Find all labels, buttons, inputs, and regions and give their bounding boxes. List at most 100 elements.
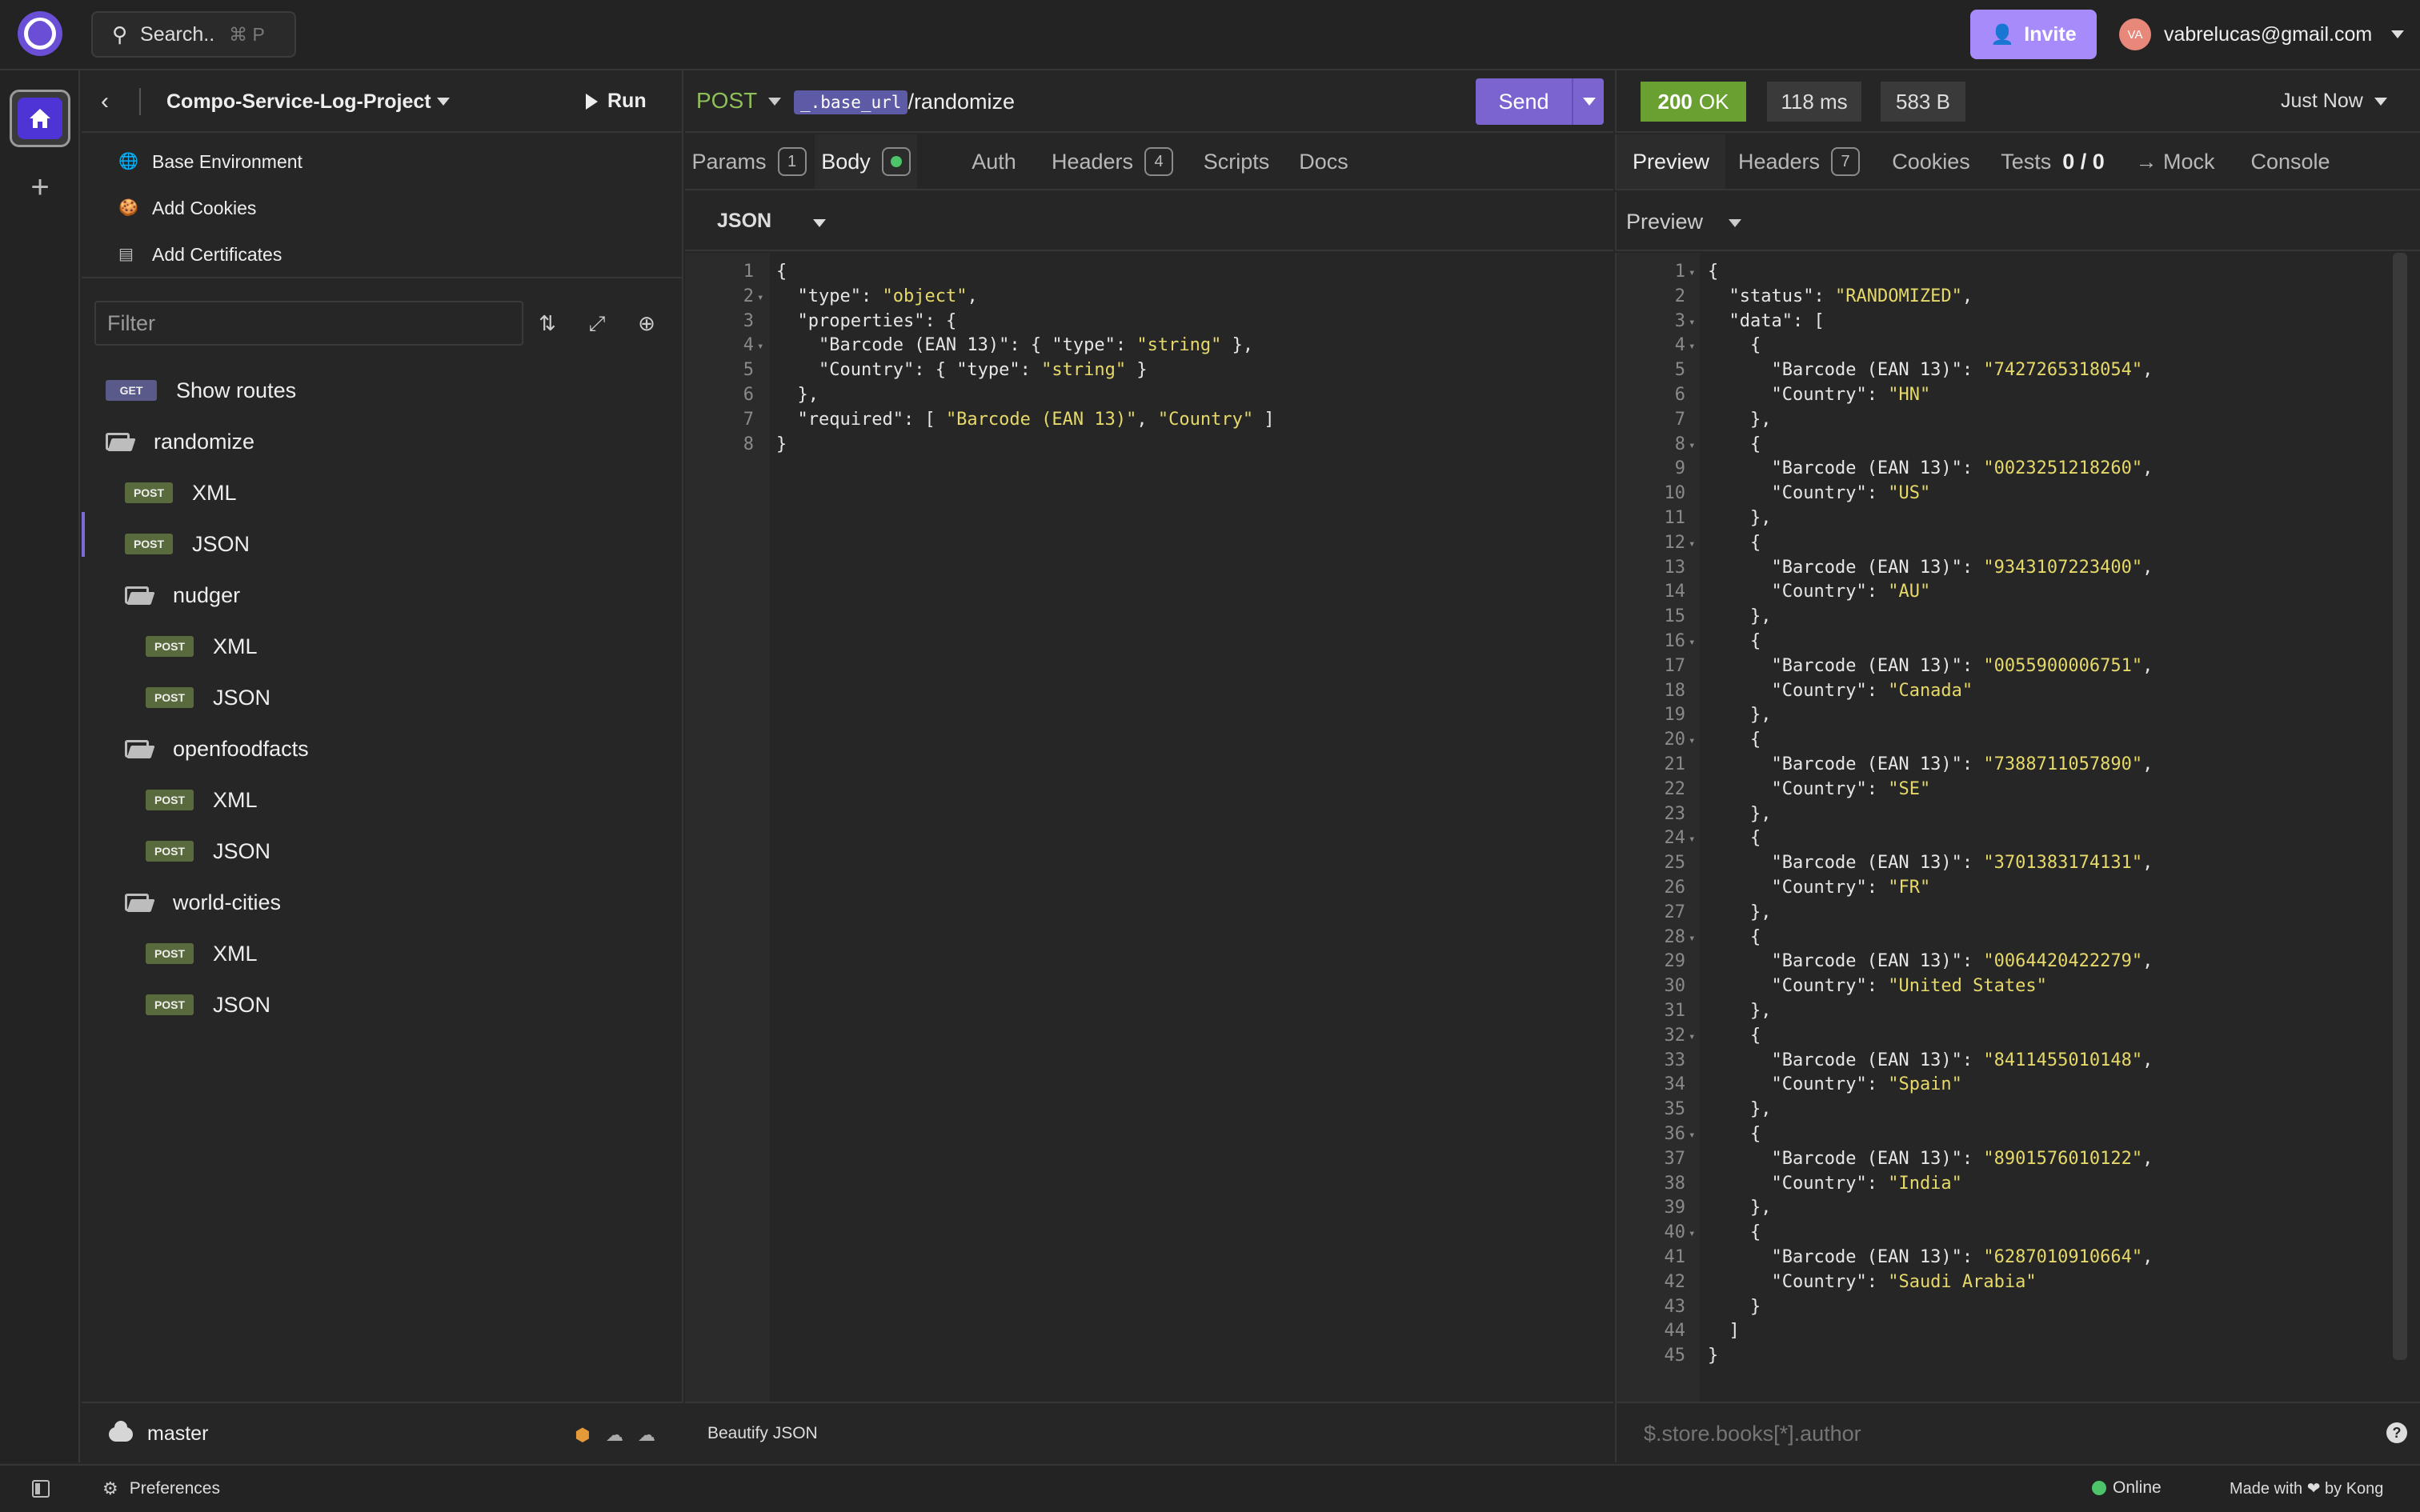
response-history-select[interactable]: Just Now bbox=[2281, 90, 2387, 113]
toggle-sidebar-icon[interactable] bbox=[32, 1480, 50, 1498]
fold-arrow-icon[interactable]: ▾ bbox=[1689, 532, 1695, 557]
preview-mode-select[interactable]: Preview bbox=[1626, 210, 1703, 234]
code-line: "Country": "AU" bbox=[1771, 582, 1931, 602]
tab-auth[interactable]: Auth bbox=[965, 134, 1023, 189]
tab-body[interactable]: Body bbox=[815, 134, 917, 189]
tab-scripts[interactable]: Scripts bbox=[1186, 134, 1287, 189]
tab-label: Params bbox=[691, 149, 767, 174]
tab-label: Scripts bbox=[1203, 149, 1270, 174]
base-environment-item[interactable]: 🌐 Base Environment bbox=[118, 146, 302, 178]
add-certificates-item[interactable]: ▤ Add Certificates bbox=[118, 238, 282, 270]
made-with-label[interactable]: Made with ❤ by Kong bbox=[2230, 1478, 2383, 1498]
fold-arrow-icon[interactable]: ▾ bbox=[1689, 827, 1695, 852]
fold-arrow-icon[interactable]: ▾ bbox=[1689, 310, 1695, 335]
tab-cookies[interactable]: Cookies bbox=[1887, 134, 1975, 189]
chevron-down-icon[interactable] bbox=[1729, 219, 1741, 227]
help-icon[interactable]: ? bbox=[2386, 1422, 2407, 1443]
folder-open-icon bbox=[125, 892, 155, 913]
fold-arrow-icon[interactable]: ▾ bbox=[1689, 1123, 1695, 1148]
tab-docs[interactable]: Docs bbox=[1290, 134, 1357, 189]
chevron-down-icon[interactable] bbox=[813, 219, 826, 227]
line-number: 34 bbox=[1664, 1074, 1686, 1095]
line-number: 30 bbox=[1664, 976, 1686, 997]
tab-tests[interactable]: Tests 0 / 0 bbox=[1991, 134, 2114, 189]
branch-button[interactable]: master bbox=[109, 1420, 208, 1446]
chevron-down-icon[interactable] bbox=[1583, 98, 1596, 106]
method-select[interactable]: POST bbox=[696, 88, 757, 114]
chevron-down-icon[interactable] bbox=[437, 98, 450, 106]
filter-input[interactable] bbox=[94, 301, 523, 346]
preferences-label: Preferences bbox=[129, 1479, 220, 1498]
project-name[interactable]: Compo-Service-Log-Project bbox=[166, 90, 431, 114]
search-button[interactable]: ⚲ Search.. ⌘ P bbox=[91, 11, 296, 58]
line-number: 7 bbox=[743, 409, 754, 430]
folder-item[interactable]: nudger bbox=[125, 573, 240, 618]
tree-item-label: JSON bbox=[213, 838, 271, 863]
folder-item[interactable]: world-cities bbox=[125, 880, 281, 925]
back-icon[interactable]: ‹ bbox=[101, 88, 109, 115]
request-item[interactable]: POST JSON bbox=[146, 675, 270, 720]
request-item[interactable]: POST XML bbox=[125, 470, 237, 515]
package-icon[interactable]: ⬢ bbox=[571, 1424, 594, 1446]
response-scrollbar[interactable] bbox=[2393, 253, 2407, 1360]
fold-arrow-icon[interactable]: ▾ bbox=[1689, 630, 1695, 655]
request-item[interactable]: POST XML bbox=[146, 624, 258, 669]
tab-label: Console bbox=[2250, 149, 2330, 174]
user-menu[interactable]: VA vabrelucas@gmail.com bbox=[2119, 18, 2405, 51]
invite-button[interactable]: 👤 Invite bbox=[1970, 10, 2097, 59]
tab-headers[interactable]: Headers 4 bbox=[1040, 134, 1184, 189]
cloud-download-icon[interactable]: ☁ bbox=[603, 1424, 626, 1446]
folder-item[interactable]: openfoodfacts bbox=[125, 726, 309, 771]
line-number: 20 bbox=[1664, 730, 1686, 750]
fold-arrow-icon[interactable]: ▾ bbox=[1689, 926, 1695, 951]
tab-label: → Mock bbox=[2135, 149, 2215, 174]
beautify-json-button[interactable]: Beautify JSON bbox=[707, 1424, 818, 1443]
home-button[interactable] bbox=[10, 90, 70, 147]
request-item[interactable]: POST XML bbox=[146, 931, 258, 976]
send-button[interactable]: Send bbox=[1476, 78, 1604, 125]
url-input[interactable]: _.base_url /randomize bbox=[794, 90, 1015, 114]
code-line: "Barcode (EAN 13)": "9343107223400", bbox=[1771, 557, 2154, 578]
preferences-button[interactable]: ⚙ Preferences bbox=[102, 1478, 220, 1499]
run-button[interactable]: Run bbox=[586, 90, 647, 113]
jsonpath-filter-input[interactable] bbox=[1629, 1411, 2398, 1456]
tab-preview[interactable]: Preview bbox=[1617, 134, 1725, 189]
request-item[interactable]: GET Show routes bbox=[106, 368, 296, 413]
tree-item-label: Show routes bbox=[176, 378, 297, 402]
request-item[interactable]: POST JSON bbox=[146, 829, 270, 874]
url-variable-tag[interactable]: _.base_url bbox=[794, 90, 908, 114]
line-number: 40 bbox=[1664, 1222, 1686, 1243]
cloud-upload-icon[interactable]: ☁ bbox=[635, 1424, 658, 1446]
tab-params[interactable]: Params 1 bbox=[685, 134, 813, 189]
folder-item[interactable]: randomize bbox=[106, 419, 254, 464]
line-number: 23 bbox=[1664, 803, 1686, 824]
request-body-editor[interactable]: 1{2 ▾ "type": "object", 3 "properties": {4… bbox=[685, 253, 1613, 1402]
sort-icon[interactable]: ⇅ bbox=[535, 310, 560, 336]
fold-arrow-icon[interactable]: ▾ bbox=[757, 286, 763, 310]
chevron-down-icon[interactable] bbox=[768, 98, 781, 106]
fold-arrow-icon[interactable]: ▾ bbox=[1689, 729, 1695, 754]
fold-arrow-icon[interactable]: ▾ bbox=[1689, 1222, 1695, 1246]
request-item[interactable]: POST JSON bbox=[146, 982, 270, 1027]
response-body-viewer[interactable]: 1 ▾{2 "status": "RANDOMIZED", 3 ▾ "data": [… bbox=[1617, 253, 2417, 1402]
request-item[interactable]: POST XML bbox=[146, 778, 258, 822]
add-icon[interactable]: + bbox=[24, 171, 56, 203]
app-logo-icon[interactable] bbox=[18, 11, 62, 56]
code-line: { bbox=[1708, 1222, 1761, 1243]
tab-mock[interactable]: → Mock bbox=[2126, 134, 2225, 189]
fold-arrow-icon[interactable]: ▾ bbox=[1689, 434, 1695, 458]
add-circle-icon[interactable]: ⊕ bbox=[634, 310, 659, 336]
tab-label: Headers bbox=[1051, 149, 1134, 174]
code-line: "Country": { "type": "string" } bbox=[818, 360, 1148, 381]
add-cookies-item[interactable]: 🍪 Add Cookies bbox=[118, 192, 256, 224]
expand-icon[interactable]: ⤢ bbox=[584, 310, 610, 336]
tab-headers[interactable]: Headers 7 bbox=[1729, 134, 1869, 189]
request-item[interactable]: POST JSON bbox=[125, 522, 250, 566]
fold-arrow-icon[interactable]: ▾ bbox=[1689, 1025, 1695, 1050]
fold-arrow-icon[interactable]: ▾ bbox=[1689, 261, 1695, 286]
fold-arrow-icon[interactable]: ▾ bbox=[1689, 334, 1695, 359]
fold-arrow-icon[interactable]: ▾ bbox=[757, 334, 763, 359]
tab-console[interactable]: Console bbox=[2244, 134, 2337, 189]
body-type-select[interactable]: JSON bbox=[717, 210, 771, 233]
code-line: }, bbox=[776, 385, 819, 405]
